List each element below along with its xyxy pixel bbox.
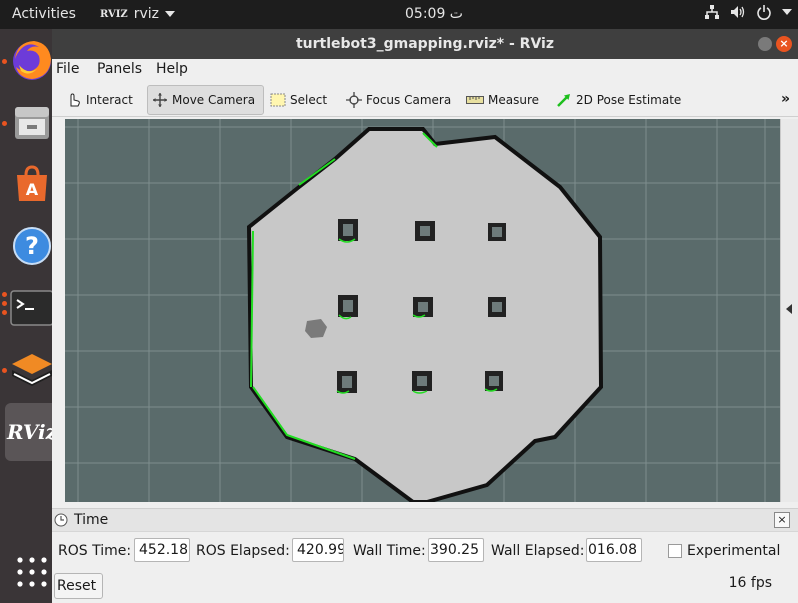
tool-interact-label: Interact bbox=[86, 93, 133, 107]
tool-2d-pose-estimate[interactable]: 2D Pose Estimate bbox=[552, 85, 685, 115]
ros-elapsed-label: ROS Elapsed: bbox=[196, 543, 290, 559]
top-bar: Activities RVIZ rviz 05:09 ت bbox=[0, 0, 798, 29]
terminal-icon bbox=[10, 290, 54, 326]
time-panel: Time × ROS Time: 452.18 ROS Elapsed: 420… bbox=[52, 508, 798, 603]
time-panel-close-button[interactable]: × bbox=[774, 512, 790, 528]
dock-item-layers-app[interactable] bbox=[5, 343, 59, 397]
power-icon bbox=[757, 5, 771, 20]
app-menu-label: rviz bbox=[133, 6, 159, 22]
chevron-down-icon bbox=[164, 11, 175, 17]
dock-item-files[interactable] bbox=[5, 95, 59, 149]
ros-time-label: ROS Time: bbox=[58, 543, 132, 559]
dock-item-rviz[interactable]: RViz bbox=[5, 403, 59, 461]
render-viewport[interactable] bbox=[65, 119, 780, 502]
menu-help[interactable]: Help bbox=[156, 61, 188, 77]
dock-item-help[interactable]: ? bbox=[5, 219, 59, 273]
tool-interact[interactable]: Interact bbox=[62, 85, 137, 115]
tool-focus-camera-label: Focus Camera bbox=[366, 93, 452, 107]
tool-move-camera-label: Move Camera bbox=[172, 93, 256, 107]
tool-2d-pose-estimate-label: 2D Pose Estimate bbox=[576, 93, 682, 107]
menu-bar: File Panels Help bbox=[52, 59, 798, 81]
tool-bar: Interact Move Camera Select Focus Camera bbox=[52, 83, 798, 117]
svg-text:A: A bbox=[26, 180, 39, 199]
tool-focus-camera[interactable]: Focus Camera bbox=[342, 85, 455, 115]
help-icon: ? bbox=[13, 227, 51, 265]
dock-item-firefox[interactable] bbox=[5, 33, 59, 87]
experimental-checkbox[interactable] bbox=[668, 544, 682, 558]
software-center-icon: A bbox=[17, 165, 47, 201]
chevron-down-icon bbox=[782, 9, 792, 15]
ros-time-field[interactable]: 452.18 bbox=[134, 538, 190, 562]
tool-select[interactable]: Select bbox=[266, 85, 331, 115]
wall-time-field[interactable]: 7390.25 bbox=[428, 538, 484, 562]
window-titlebar[interactable]: turtlebot3_gmapping.rviz* - RViz × bbox=[52, 29, 798, 59]
tool-select-label: Select bbox=[290, 93, 328, 107]
rviz-window: turtlebot3_gmapping.rviz* - RViz × File … bbox=[52, 29, 798, 603]
ros-elapsed-field[interactable]: 420.99 bbox=[292, 538, 344, 562]
hand-pointer-icon bbox=[70, 93, 80, 107]
wall-elapsed-value: 1016.08 bbox=[587, 542, 637, 558]
app-menu-badge: RVIZ bbox=[100, 8, 128, 20]
time-panel-title: Time bbox=[74, 512, 109, 528]
dock-item-terminal[interactable] bbox=[5, 281, 59, 335]
clock-icon bbox=[54, 513, 68, 527]
window-title: turtlebot3_gmapping.rviz* - RViz bbox=[295, 36, 554, 52]
file-manager-icon bbox=[15, 107, 49, 139]
rviz-icon: RViz bbox=[6, 420, 58, 444]
app-grid-icon bbox=[17, 557, 47, 587]
experimental-label: Experimental bbox=[687, 543, 781, 559]
move-arrows-icon bbox=[153, 93, 167, 107]
map-render bbox=[65, 119, 780, 502]
right-dock-collapsed[interactable] bbox=[780, 119, 798, 502]
tool-measure[interactable]: Measure bbox=[462, 85, 543, 115]
focus-target-icon bbox=[346, 92, 362, 108]
menu-file[interactable]: File bbox=[56, 61, 79, 77]
reset-button[interactable]: Reset bbox=[54, 573, 103, 599]
wall-elapsed-field[interactable]: 1016.08 bbox=[586, 538, 642, 562]
select-box-icon bbox=[270, 93, 286, 107]
chevron-left-icon bbox=[786, 304, 792, 314]
wall-elapsed-label: Wall Elapsed: bbox=[491, 543, 585, 559]
network-icon bbox=[705, 5, 719, 19]
wall-time-label: Wall Time: bbox=[353, 543, 426, 559]
system-tray[interactable] bbox=[704, 4, 792, 20]
fps-readout: 16 fps bbox=[728, 575, 772, 591]
activities-button[interactable]: Activities bbox=[12, 6, 76, 22]
firefox-icon bbox=[13, 41, 51, 80]
window-close-button[interactable]: × bbox=[776, 36, 792, 52]
dock-item-software[interactable]: A bbox=[5, 157, 59, 211]
toolbar-overflow-button[interactable]: » bbox=[781, 91, 790, 107]
time-panel-header: Time × bbox=[52, 508, 798, 532]
menu-panels[interactable]: Panels bbox=[97, 61, 142, 77]
clock[interactable]: 05:09 ت bbox=[405, 6, 463, 22]
tool-measure-label: Measure bbox=[488, 93, 539, 107]
minimize-button[interactable] bbox=[758, 37, 772, 51]
layers-app-icon bbox=[12, 354, 52, 386]
app-menu[interactable]: RVIZ rviz bbox=[100, 6, 175, 22]
tool-move-camera[interactable]: Move Camera bbox=[147, 85, 264, 115]
ruler-icon bbox=[466, 96, 484, 104]
green-arrow-icon bbox=[557, 94, 570, 107]
wall-time-value: 7390.25 bbox=[429, 542, 479, 558]
show-applications-button[interactable] bbox=[5, 545, 59, 599]
svg-text:?: ? bbox=[25, 232, 39, 260]
volume-icon bbox=[731, 6, 745, 18]
